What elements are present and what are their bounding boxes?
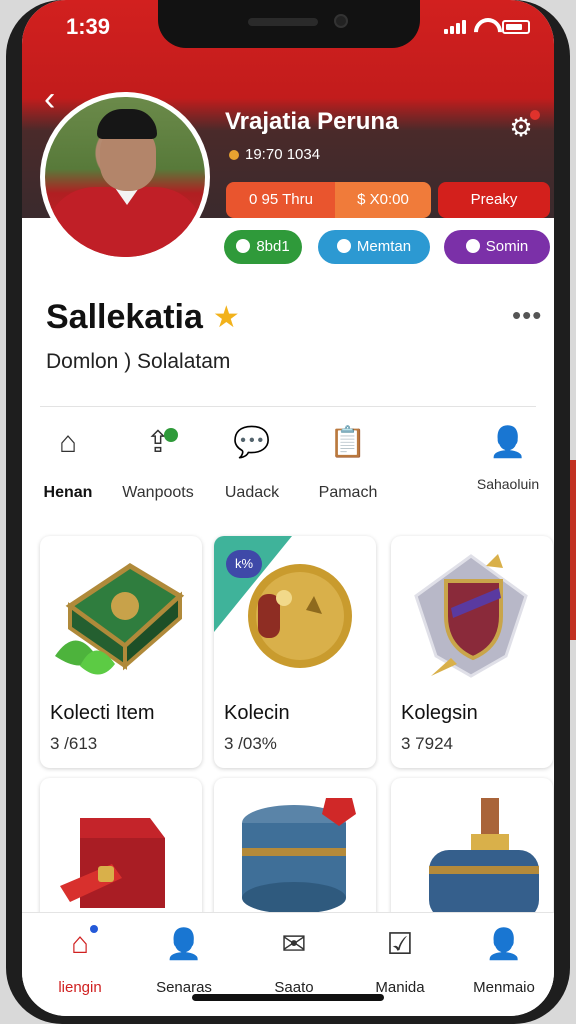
card-count: 3 /613	[50, 734, 98, 753]
status-time: 1:39	[66, 14, 111, 39]
nav-dot	[90, 925, 98, 933]
star-icon[interactable]: ★	[213, 300, 240, 335]
tab-label: Sahaoluin	[476, 476, 540, 492]
account-settings-icon[interactable]: ⚙	[504, 110, 540, 142]
leaf-icon	[236, 239, 251, 253]
pill-blue[interactable]: Memtan	[318, 230, 430, 264]
tab-label: Wanpoots	[122, 484, 194, 501]
collection-card[interactable]: Kolecti Item 3 /613	[40, 536, 202, 768]
pill-purple[interactable]: Somin	[444, 230, 550, 264]
nav-profile[interactable]: 👤 Menmaio	[454, 927, 554, 996]
message-icon: ✉	[281, 928, 307, 961]
battery-icon	[502, 20, 530, 34]
tab-clipboard[interactable]: 📋 Pamach	[298, 420, 398, 502]
tab-label: Henan	[43, 484, 93, 501]
card-count: 3 /03%	[224, 734, 277, 753]
category-tabs: ⌂ Henan ⇪ Wanpoots 💬 Uadack 📋 Pamach 👤 S…	[22, 420, 554, 520]
collection-card[interactable]: k% Kolecin 3 /03%	[214, 536, 376, 768]
avatar[interactable]	[40, 92, 210, 262]
shield-emblem-icon	[414, 554, 528, 678]
notch	[158, 0, 420, 48]
card-name: Kolegsin	[401, 702, 478, 724]
signal-icon	[444, 20, 466, 34]
chat-bubble-icon: 💬	[233, 426, 271, 459]
wifi-icon	[474, 18, 494, 34]
flask-barrel-icon	[429, 798, 539, 920]
avatar-hair	[97, 109, 157, 139]
nav-label: Menmaio	[473, 979, 535, 996]
more-options-icon[interactable]: •••	[512, 300, 542, 331]
box-check-icon: ☑	[386, 928, 414, 961]
pill-label: Somin	[485, 238, 529, 255]
green-chest-icon	[55, 563, 185, 675]
tab-home[interactable]: ⌂ Henan	[22, 420, 118, 502]
profile-subtitle: Domlon ) Solalatam	[46, 350, 231, 373]
chat-icon	[336, 239, 351, 253]
profile-meta: 19:70 1034	[229, 146, 320, 163]
stat-button-1[interactable]: 0 95 Thru	[226, 182, 336, 218]
divider	[40, 406, 536, 407]
card-name: Kolecin	[224, 702, 290, 724]
stat-button-3[interactable]: Preaky	[438, 182, 550, 218]
clipboard-icon: 📋	[329, 426, 367, 459]
red-chest-icon	[60, 818, 165, 908]
card-name: Kolecti Item	[50, 702, 155, 724]
person-icon: 👤	[165, 928, 203, 961]
nav-home[interactable]: ⌂ liengin	[30, 925, 130, 996]
nav-people[interactable]: 👤 Senaras	[134, 927, 234, 996]
house-icon: ⌂	[58, 426, 78, 459]
coin-icon	[229, 149, 239, 160]
speaker	[248, 18, 318, 26]
status-icons	[444, 18, 530, 34]
nav-box[interactable]: ☑ Manida	[350, 927, 450, 996]
tab-label: Uadack	[224, 484, 280, 501]
coin-icon	[465, 239, 480, 253]
nav-messages[interactable]: ✉ Saato	[244, 927, 344, 996]
stat-button-2[interactable]: $ X0:00	[335, 182, 431, 218]
profile-title-row: Sallekatia ★	[46, 298, 240, 337]
collection-card[interactable]: Kolegsin 3 7924	[391, 536, 553, 768]
avatar-photo	[45, 97, 205, 257]
card-count: 3 7924	[401, 734, 453, 753]
pill-green[interactable]: 8bd1	[224, 230, 302, 264]
new-badge	[164, 428, 178, 442]
upload-box-icon: ⇪	[108, 420, 208, 466]
nav-label: liengin	[58, 979, 102, 996]
background-strip	[570, 460, 576, 640]
back-icon[interactable]: ‹	[44, 82, 55, 116]
tab-feedback[interactable]: 💬 Uadack	[202, 420, 302, 502]
tab-profile[interactable]: 👤 Sahaoluin	[458, 420, 554, 492]
notification-dot	[530, 110, 540, 120]
phone-frame: 1:39 ‹ Vrajatia Peruna 19:70 1034 ⚙ 0 95…	[6, 0, 570, 1024]
front-camera	[334, 14, 348, 28]
home-icon: ⌂	[30, 925, 130, 967]
pill-label: 8bd1	[256, 238, 290, 255]
profile-icon: 👤	[485, 928, 523, 961]
profile-meta-text: 19:70 1034	[245, 146, 321, 163]
page-title: Sallekatia	[46, 298, 203, 336]
profile-name: Vrajatia Peruna	[225, 108, 399, 135]
tab-uploads[interactable]: ⇪ Wanpoots	[108, 420, 208, 502]
person-icon: 👤	[489, 426, 527, 459]
gold-orb-icon	[248, 564, 352, 668]
app-screen: 1:39 ‹ Vrajatia Peruna 19:70 1034 ⚙ 0 95…	[22, 0, 554, 1016]
pill-label: Memtan	[356, 238, 412, 255]
tab-label: Pamach	[318, 484, 378, 501]
home-indicator	[192, 994, 384, 1001]
blue-barrel-icon	[242, 798, 356, 914]
